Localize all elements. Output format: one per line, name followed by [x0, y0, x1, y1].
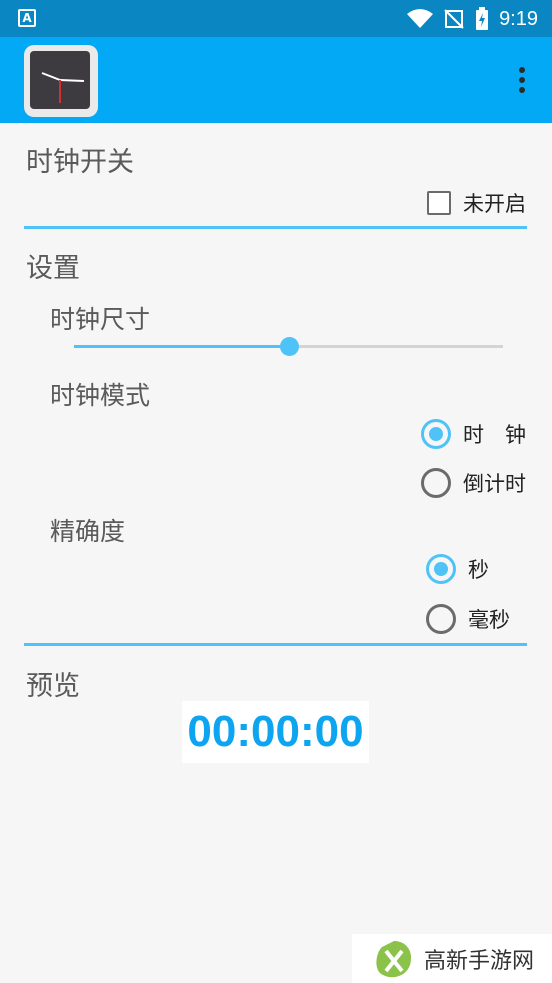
- no-signal-icon: [444, 9, 464, 29]
- clock-size-slider[interactable]: [74, 337, 503, 356]
- clock-size-label: 时钟尺寸: [50, 305, 151, 334]
- status-bar: A 9:19: [0, 0, 552, 37]
- divider: [24, 643, 527, 646]
- clock-mode-label: 时钟模式: [50, 381, 151, 410]
- radio-button[interactable]: [421, 419, 451, 449]
- radio-precision-millisecond[interactable]: 毫秒: [426, 604, 510, 634]
- overflow-menu-icon[interactable]: [518, 67, 526, 95]
- clock-switch-checkbox[interactable]: [427, 191, 451, 215]
- clock-switch-checkbox-row[interactable]: 未开启: [427, 188, 526, 218]
- preview-box: 00:00:00: [182, 701, 369, 763]
- app-bar: [0, 37, 552, 123]
- status-time: 9:19: [499, 7, 538, 30]
- watermark-text: 高新手游网: [424, 948, 535, 974]
- preview-title: 预览: [26, 671, 80, 702]
- radio-button[interactable]: [421, 468, 451, 498]
- slider-fill: [74, 345, 289, 348]
- watermark-logo-icon: [376, 940, 412, 977]
- divider: [24, 226, 527, 229]
- status-icons: 9:19: [407, 5, 538, 33]
- radio-label: 秒: [468, 558, 489, 582]
- radio-label: 时 钟: [463, 423, 526, 447]
- precision-label: 精确度: [50, 517, 126, 546]
- radio-mode-countdown[interactable]: 倒计时: [421, 468, 526, 498]
- slider-thumb[interactable]: [279, 337, 299, 356]
- radio-precision-second[interactable]: 秒: [426, 554, 489, 584]
- battery-charging-icon: [476, 7, 489, 30]
- radio-label: 倒计时: [463, 472, 526, 496]
- app-clock-icon[interactable]: [24, 45, 98, 117]
- preview-time: 00:00:00: [187, 707, 364, 756]
- clock-switch-title: 时钟开关: [26, 147, 134, 178]
- watermark: 高新手游网: [352, 934, 552, 983]
- radio-button[interactable]: [426, 604, 456, 634]
- settings-title: 设置: [26, 253, 80, 284]
- radio-mode-clock[interactable]: 时 钟: [421, 419, 526, 449]
- radio-button[interactable]: [426, 554, 456, 584]
- notification-a-icon: A: [18, 9, 36, 27]
- wifi-icon: [407, 9, 434, 28]
- radio-label: 毫秒: [468, 608, 510, 632]
- clock-switch-label: 未开启: [463, 192, 526, 216]
